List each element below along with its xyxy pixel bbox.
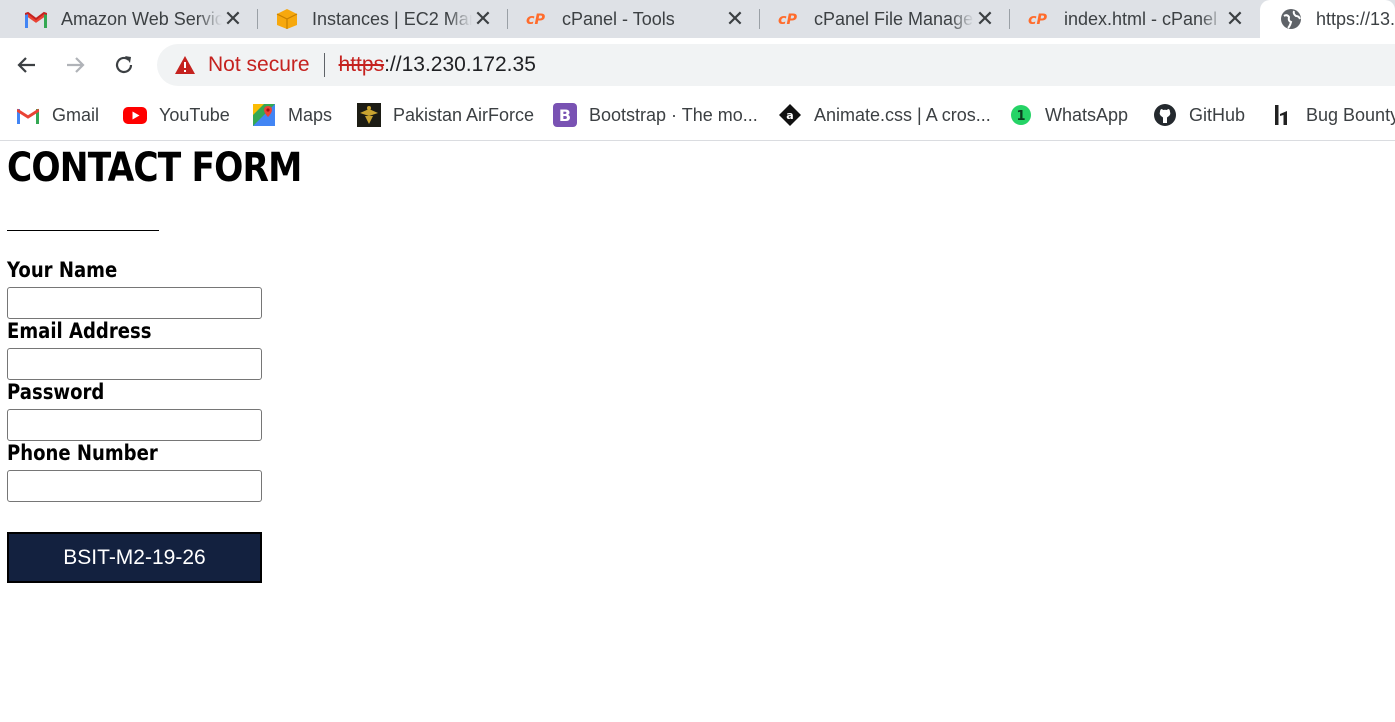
- tab-active-page[interactable]: https://13.230.172.35: [1260, 0, 1395, 38]
- svg-text:cP: cP: [778, 12, 798, 28]
- bookmark-animate-css[interactable]: a Animate.css | A cros...: [778, 102, 991, 128]
- bookmark-label: Gmail: [52, 104, 100, 125]
- bookmark-gmail[interactable]: Gmail: [16, 102, 99, 128]
- reload-button[interactable]: [109, 50, 139, 80]
- hackerone-icon: [1270, 103, 1294, 127]
- youtube-icon: [123, 103, 147, 127]
- bookmark-whatsapp[interactable]: 1 WhatsApp: [1009, 102, 1128, 128]
- title-underline: [7, 230, 159, 231]
- whatsapp-icon: 1: [1009, 103, 1033, 127]
- tab-cpanel-tools[interactable]: cP cPanel - Tools ✕: [508, 0, 760, 38]
- animate-css-icon: a: [778, 103, 802, 127]
- password-input[interactable]: [7, 409, 262, 441]
- close-icon[interactable]: ✕: [724, 6, 746, 31]
- cpanel-icon: cP: [1028, 8, 1050, 30]
- aws-box-icon: [276, 8, 298, 30]
- not-secure-label[interactable]: Not secure: [208, 53, 310, 77]
- tab-cpanel-file-manager[interactable]: cP cPanel File Manager ✕: [760, 0, 1010, 38]
- page-title: CONTACT FORM: [7, 145, 302, 191]
- close-icon[interactable]: ✕: [974, 6, 996, 31]
- forward-button[interactable]: [60, 50, 90, 80]
- phone-label: Phone Number: [7, 441, 158, 465]
- url-host: ://13.230.172.35: [384, 53, 536, 76]
- address-separator: [323, 53, 325, 77]
- tab-title: Instances | EC2 Management: [312, 8, 472, 29]
- reload-icon: [115, 56, 133, 74]
- url-text[interactable]: https://13.230.172.35: [339, 53, 536, 77]
- tab-title: index.html - cPanel: [1064, 8, 1218, 29]
- bookmark-label: Bug Bounty: [1306, 104, 1395, 125]
- bookmark-label: Maps: [288, 104, 333, 125]
- maps-icon: [252, 103, 276, 127]
- forward-arrow-icon: [67, 57, 85, 73]
- bookmark-label: Pakistan AirForce: [393, 104, 535, 125]
- svg-text:B: B: [559, 106, 571, 125]
- bookmark-label: GitHub: [1189, 104, 1246, 125]
- close-icon[interactable]: ✕: [222, 6, 244, 31]
- bookmark-bug-bounty[interactable]: Bug Bounty: [1270, 102, 1395, 128]
- address-bar[interactable]: Not secure https://13.230.172.35: [157, 44, 1395, 86]
- name-label: Your Name: [7, 258, 118, 282]
- bookmark-label: Animate.css | A cros...: [814, 104, 991, 125]
- email-label: Email Address: [7, 319, 152, 343]
- name-input[interactable]: [7, 287, 262, 319]
- github-icon: [1153, 103, 1177, 127]
- svg-text:cP: cP: [1028, 12, 1048, 28]
- gmail-icon: [16, 103, 40, 127]
- bookmark-github[interactable]: GitHub: [1153, 102, 1245, 128]
- close-icon[interactable]: ✕: [472, 6, 494, 31]
- bookmark-bootstrap[interactable]: B Bootstrap · The mo...: [553, 102, 758, 128]
- svg-text:1: 1: [1016, 109, 1025, 124]
- bootstrap-icon: B: [553, 103, 577, 127]
- tab-strip: Amazon Web Services ✕ Instances | EC2 Ma…: [0, 0, 1395, 38]
- bookmark-maps[interactable]: Maps: [252, 102, 332, 128]
- svg-text:a: a: [786, 109, 793, 122]
- bookmarks-bar: Gmail YouTube Maps Pakistan AirForce B B…: [0, 92, 1395, 141]
- gmail-icon: [25, 8, 47, 30]
- email-input[interactable]: [7, 348, 262, 380]
- back-arrow-icon: [17, 57, 35, 73]
- tab-title: cPanel File Manager: [814, 8, 974, 29]
- browser-toolbar: Not secure https://13.230.172.35: [0, 38, 1395, 92]
- bookmark-label: WhatsApp: [1045, 104, 1129, 125]
- cpanel-icon: cP: [526, 8, 548, 30]
- globe-icon: [1280, 8, 1302, 30]
- submit-button[interactable]: BSIT-M2-19-26: [7, 532, 262, 583]
- bookmark-youtube[interactable]: YouTube: [123, 102, 230, 128]
- tab-amazon-web-services[interactable]: Amazon Web Services ✕: [0, 0, 258, 38]
- cpanel-icon: cP: [778, 8, 800, 30]
- tab-instances-ec2[interactable]: Instances | EC2 Management ✕: [258, 0, 508, 38]
- svg-text:cP: cP: [526, 12, 546, 28]
- bookmark-label: Bootstrap · The mo...: [589, 104, 758, 125]
- phone-input[interactable]: [7, 470, 262, 502]
- tab-title: cPanel - Tools: [562, 8, 675, 29]
- tab-index-html-cpanel[interactable]: cP index.html - cPanel ✕: [1010, 0, 1260, 38]
- tab-title: Amazon Web Services: [61, 8, 222, 29]
- warning-triangle-icon: [174, 54, 196, 76]
- close-icon[interactable]: ✕: [1224, 6, 1246, 31]
- url-protocol: https: [338, 53, 385, 76]
- back-button[interactable]: [12, 50, 42, 80]
- bookmark-pakistan-airforce[interactable]: Pakistan AirForce: [357, 102, 534, 128]
- password-label: Password: [7, 380, 105, 404]
- bookmark-label: YouTube: [159, 104, 230, 125]
- paf-emblem-icon: [357, 103, 381, 127]
- tab-title: https://13.230.172.35: [1316, 8, 1395, 29]
